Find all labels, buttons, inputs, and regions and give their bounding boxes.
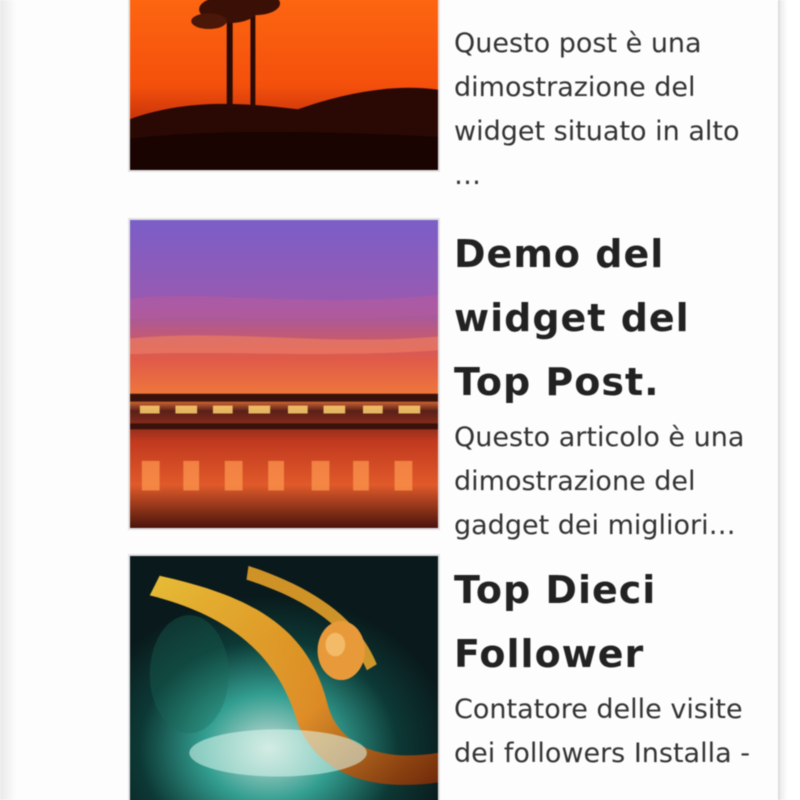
sunset-palm-trees-icon bbox=[130, 0, 438, 170]
post-item-2: Demo del widget del Top Post. Questo art… bbox=[128, 218, 768, 541]
post-snippet-1: Questo post è una dimostrazione del widg… bbox=[454, 28, 740, 191]
post-item-1: Questo post è una dimostrazione del widg… bbox=[128, 0, 768, 200]
post-snippet-2: Questo articolo è una dimostrazione del … bbox=[454, 422, 745, 541]
popular-posts-widget: Questo post è una dimostrazione del widg… bbox=[0, 0, 800, 800]
post-snippet-3: Contatore delle visite dei followers Ins… bbox=[454, 694, 750, 769]
sunset-pier-icon bbox=[130, 220, 438, 528]
sunset-pier-image[interactable] bbox=[128, 218, 440, 530]
post-text-2: Demo del widget del Top Post. Questo art… bbox=[454, 222, 764, 548]
post-item-3: Top Dieci Follower Contatore delle visit… bbox=[128, 554, 768, 800]
post-text-3: Top Dieci Follower Contatore delle visit… bbox=[454, 558, 764, 776]
left-edge-shadow bbox=[0, 0, 18, 800]
abstract-space-swirl-icon bbox=[130, 556, 438, 800]
sunset-palm-trees-image[interactable] bbox=[128, 0, 440, 172]
post-title-3[interactable]: Top Dieci Follower bbox=[454, 558, 764, 686]
post-title-2[interactable]: Demo del widget del Top Post. bbox=[454, 222, 764, 414]
post-text-1: Questo post è una dimostrazione del widg… bbox=[454, 22, 764, 198]
post-title-link-2[interactable]: Demo del widget del Top Post. bbox=[454, 232, 690, 404]
abstract-space-swirl-image[interactable] bbox=[128, 554, 440, 800]
post-title-link-3[interactable]: Top Dieci Follower bbox=[454, 568, 656, 676]
right-edge-border bbox=[778, 0, 800, 800]
